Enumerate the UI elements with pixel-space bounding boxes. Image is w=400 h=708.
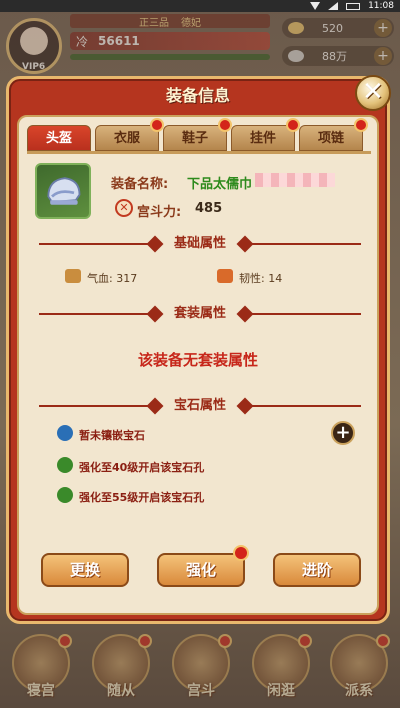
tab-helmet[interactable]: 头盔 [27,125,91,151]
rank-bar: 正三品 德妃 [70,14,270,29]
notification-dot [233,545,249,561]
exp-bar [70,54,270,60]
rank-label: 正三品 [139,17,169,29]
nav-item-attendants[interactable]: 随从 [86,634,156,706]
signal-icon [328,2,339,10]
gem-icon [57,425,73,441]
add-gem-button[interactable]: + [331,421,355,445]
nav-item-palace-fight[interactable]: 宫斗 [166,634,236,706]
bottom-nav: 寝宫 随从 宫斗 闲逛 派系 [0,628,400,708]
player-name: 冷 [76,34,89,49]
resource-value: 88万 [322,50,347,63]
equipment-tabs: 头盔 衣服 鞋子 挂件 项链 [21,118,377,151]
notification-dot [150,118,164,132]
notification-dot [286,118,300,132]
nav-label: 随从 [107,683,135,699]
tab-necklace[interactable]: 项链 [299,118,368,151]
attr-hp: 气血: 317 [87,272,138,285]
wifi-icon [310,2,321,10]
item-name-value: 下品太儒巾 [187,177,253,192]
status-bar: 11:08 [0,0,400,12]
crossed-swords-icon: ✕ [115,199,133,217]
tab-clothes[interactable]: 衣服 [95,118,164,151]
lock-icon [57,487,73,503]
battery-icon [346,2,361,10]
divider-line [243,243,361,245]
player-power: 56611 [98,34,140,48]
item-name-label: 装备名称: [111,177,169,192]
add-silver-button[interactable]: + [374,47,392,65]
coin-icon [288,22,304,34]
helmet-item-icon[interactable] [35,163,91,219]
lock-icon [57,457,73,473]
tab-label: 项链 [317,131,344,146]
enhance-button[interactable]: 强化 [157,545,249,587]
nav-label: 宫斗 [187,683,215,699]
no-set-text: 该装备无套装属性 [137,351,258,369]
toughness-icon [217,269,233,283]
clock: 11:08 [368,1,394,11]
nav-label: 派系 [345,683,373,699]
gem-slot-3: 强化至55级开启该宝石孔 [79,491,205,504]
tab-label: 鞋子 [181,131,208,146]
notification-dot [218,118,232,132]
notification-dot [58,634,72,648]
nav-label: 寝宫 [27,683,55,699]
section-set-header: 套装属性 [39,305,361,323]
resource-silver: 88万 + [282,46,394,66]
silver-icon [288,50,304,62]
button-label: 强化 [185,561,216,579]
dialog-title: 装备信息 [165,86,230,105]
heart-icon [65,269,81,283]
tab-label: 头盔 [45,131,72,146]
tab-divider [27,151,371,154]
nav-label: 闲逛 [267,683,295,699]
notification-dot [218,634,232,648]
replace-button[interactable]: 更换 [41,553,129,587]
nav-item-palace[interactable]: 寝宫 [6,634,76,706]
attr-toughness: 韧性: 14 [239,272,283,285]
top-hud: VIP6 正三品 德妃 冷 56611 520 + 88万 + [0,12,400,74]
tab-shoes[interactable]: 鞋子 [163,118,232,151]
notification-dot [298,634,312,648]
equipment-dialog: 装备信息 ✕ 头盔 衣服 鞋子 挂件 项链 装备名称: 下品太儒巾 ✕ 宫斗力:… [6,75,391,624]
resource-coin: 520 + [282,18,394,38]
helmet-icon [47,177,81,205]
section-basic-header: 基础属性 [39,235,361,253]
add-coin-button[interactable]: + [374,19,392,37]
notification-dot [138,634,152,648]
notification-dot [376,634,390,648]
tab-label: 挂件 [249,131,276,146]
name-bar: 冷 56611 [70,32,270,50]
tab-label: 衣服 [113,131,140,146]
censored-text [255,173,335,187]
divider-line [243,313,361,315]
notification-dot [354,118,368,132]
vip-badge: VIP6 [22,62,46,72]
nav-item-faction[interactable]: 派系 [324,634,394,706]
close-button[interactable]: ✕ [355,75,391,111]
dialog-panel: 头盔 衣服 鞋子 挂件 项链 装备名称: 下品太儒巾 ✕ 宫斗力: 485 基础… [17,115,379,615]
tab-pendant[interactable]: 挂件 [231,118,300,151]
divider-line [243,405,361,407]
title-label: 德妃 [181,17,201,29]
resource-value: 520 [322,21,343,35]
advance-button[interactable]: 进阶 [273,553,361,587]
nav-item-stroll[interactable]: 闲逛 [246,634,316,706]
gem-slot-1: 暂未镶嵌宝石 [79,429,145,442]
power-label: 宫斗力: [137,205,182,220]
power-value: 485 [195,201,223,216]
section-gem-header: 宝石属性 [39,397,361,415]
gem-slot-2: 强化至40级开启该宝石孔 [79,461,205,474]
